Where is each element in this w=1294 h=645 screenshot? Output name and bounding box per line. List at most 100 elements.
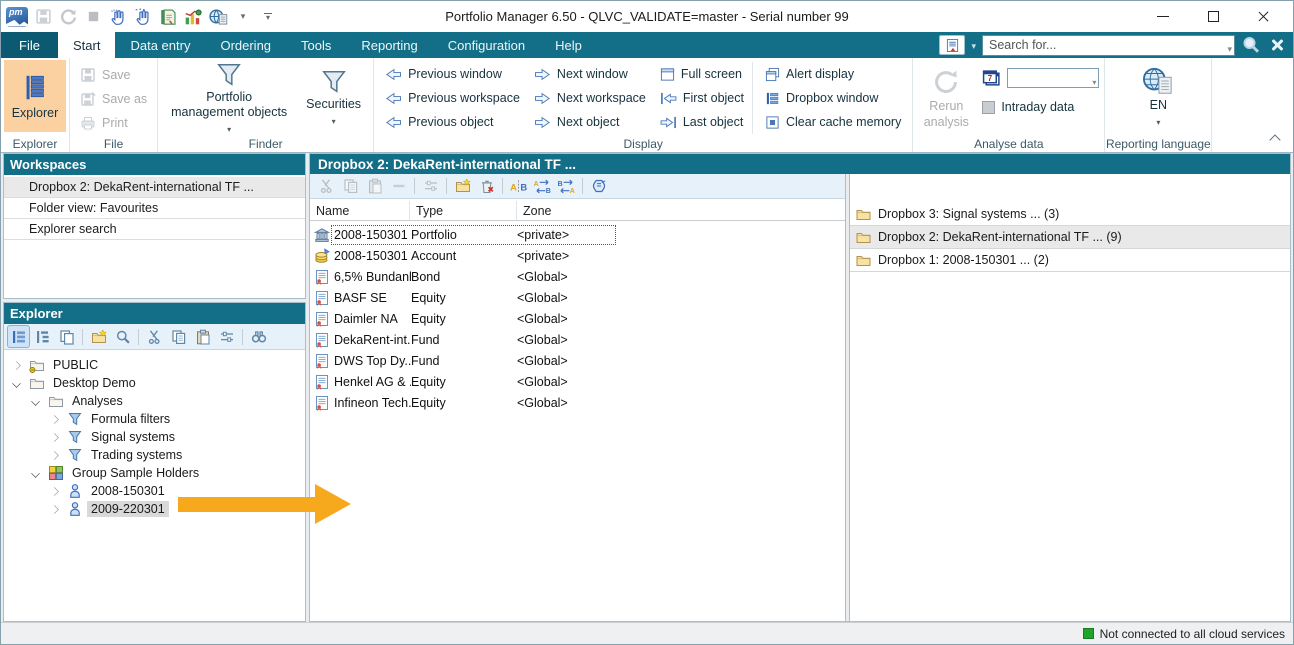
click-select-icon[interactable]: [108, 7, 128, 27]
tree-item-desktop-demo[interactable]: Desktop Demo: [4, 374, 305, 392]
search-input[interactable]: [982, 35, 1235, 56]
table-row-6-5-bundanl[interactable]: 6,5% Bundanl...Bond<Global>: [310, 266, 845, 287]
workspace-item-folder-view-favourites[interactable]: Folder view: Favourites: [4, 198, 305, 219]
close-button[interactable]: [1251, 7, 1275, 27]
dropbox-window-button[interactable]: Dropbox window: [752, 86, 907, 110]
next-workspace-button[interactable]: Next workspace: [528, 86, 652, 110]
save-button[interactable]: Save: [73, 63, 154, 86]
expand-chevron-icon[interactable]: [50, 451, 59, 460]
tree-item-formula-filters[interactable]: Formula filters: [4, 410, 305, 428]
portfolio-management-objects-button[interactable]: Portfolio management objects: [161, 60, 297, 136]
table-row-daimler-na[interactable]: Daimler NAEquity<Global>: [310, 308, 845, 329]
stop-icon[interactable]: [83, 7, 103, 27]
tab-help[interactable]: Help: [540, 32, 597, 58]
dropbox-item-dropbox-1-2008-150301-2[interactable]: Dropbox 1: 2008-150301 ... (2): [850, 249, 1290, 272]
tab-file[interactable]: File: [1, 32, 58, 58]
click-select-multi-icon[interactable]: [133, 7, 153, 27]
next-window-button[interactable]: Next window: [528, 62, 652, 86]
copy-button[interactable]: [168, 326, 189, 347]
tree-item-2009-220301[interactable]: 2009-220301: [4, 500, 305, 518]
pages-button[interactable]: [56, 326, 77, 347]
securities-button[interactable]: Securities: [297, 60, 370, 136]
full-screen-button[interactable]: Full screen: [654, 62, 750, 86]
expand-chevron-icon[interactable]: [50, 433, 59, 442]
save-icon[interactable]: [33, 7, 53, 27]
tab-ordering[interactable]: Ordering: [205, 32, 286, 58]
paste-button[interactable]: [364, 176, 385, 197]
tree-item-group-sample-holders[interactable]: Group Sample Holders: [4, 464, 305, 482]
tree-view-button[interactable]: [8, 326, 29, 347]
reporting-language-button[interactable]: EN: [1108, 60, 1208, 134]
remove-button[interactable]: [388, 176, 409, 197]
sliders-button[interactable]: [216, 326, 237, 347]
cut-button[interactable]: [144, 326, 165, 347]
sliders-button[interactable]: [420, 176, 441, 197]
last-object-button[interactable]: Last object: [654, 110, 750, 134]
org-view-button[interactable]: [32, 326, 53, 347]
search-button[interactable]: [112, 326, 133, 347]
next-object-button[interactable]: Next object: [528, 110, 652, 134]
copy-b-to-a-button[interactable]: BA: [556, 176, 577, 197]
collapse-chevron-icon[interactable]: [12, 379, 21, 388]
expand-chevron-icon[interactable]: [50, 505, 59, 514]
workspace-item-dropbox-2-dekarent-international-tf[interactable]: Dropbox 2: DekaRent-international TF ...: [4, 177, 305, 198]
tab-start[interactable]: Start: [58, 32, 115, 58]
merge-jug-button[interactable]: [588, 176, 609, 197]
tab-data-entry[interactable]: Data entry: [115, 32, 205, 58]
compare-ab-button[interactable]: AB: [508, 176, 529, 197]
dropbox-item-dropbox-2-dekarent-international-tf-9[interactable]: Dropbox 2: DekaRent-international TF ...…: [850, 226, 1290, 249]
explorer-button[interactable]: Explorer: [4, 60, 66, 132]
clear-cache-memory-button[interactable]: Clear cache memory: [752, 110, 907, 134]
table-row-2008-150301[interactable]: 2008-150301Account<private>: [310, 245, 845, 266]
calendar-icon[interactable]: 7: [982, 69, 1001, 88]
analysis-date-input[interactable]: [1007, 68, 1099, 88]
table-row-2008-150301[interactable]: 2008-150301Portfolio<private>: [310, 224, 845, 245]
cut-button[interactable]: [316, 176, 337, 197]
globe-report-icon[interactable]: [208, 7, 228, 27]
first-object-button[interactable]: First object: [654, 86, 750, 110]
date-dropdown-icon[interactable]: [1092, 72, 1096, 90]
table-row-dws-top-dy[interactable]: DWS Top Dy...Fund<Global>: [310, 350, 845, 371]
column-header-name[interactable]: Name: [310, 201, 410, 220]
new-folder-button[interactable]: [452, 176, 473, 197]
delete-button[interactable]: [476, 176, 497, 197]
redo-icon[interactable]: [58, 7, 78, 27]
minimize-button[interactable]: [1151, 7, 1175, 27]
new-folder-button[interactable]: [88, 326, 109, 347]
tree-item-signal-systems[interactable]: Signal systems: [4, 428, 305, 446]
previous-object-button[interactable]: Previous object: [379, 110, 526, 134]
intraday-checkbox[interactable]: [982, 101, 995, 114]
tree-item-analyses[interactable]: Analyses: [4, 392, 305, 410]
collapse-chevron-icon[interactable]: [31, 469, 40, 478]
expand-chevron-icon[interactable]: [12, 361, 21, 370]
close-x-icon[interactable]: [1267, 35, 1287, 55]
app-logo-icon[interactable]: pm: [6, 7, 28, 27]
report-dropdown-icon[interactable]: [971, 36, 976, 54]
alert-display-button[interactable]: Alert display: [752, 62, 907, 86]
copy-button[interactable]: [340, 176, 361, 197]
collapse-chevron-icon[interactable]: [31, 397, 40, 406]
table-row-basf-se[interactable]: BASF SEEquity<Global>: [310, 287, 845, 308]
expand-chevron-icon[interactable]: [50, 487, 59, 496]
copy-a-to-b-button[interactable]: AB: [532, 176, 553, 197]
column-header-zone[interactable]: Zone: [517, 201, 845, 220]
report-doc-icon[interactable]: [939, 35, 965, 55]
qat-customize-icon[interactable]: [258, 7, 278, 27]
search-dropdown-icon[interactable]: [1227, 39, 1232, 57]
table-row-infineon-tech[interactable]: Infineon Tech...Equity<Global>: [310, 392, 845, 413]
analysis-chart-icon[interactable]: [183, 7, 203, 27]
rerun-analysis-button[interactable]: Rerun analysis: [918, 62, 974, 134]
tree-item-public[interactable]: PUBLIC: [4, 356, 305, 374]
analysis-book-icon[interactable]: [158, 7, 178, 27]
maximize-button[interactable]: [1201, 7, 1225, 27]
save-as-button[interactable]: Save as: [73, 87, 154, 110]
dropbox-item-dropbox-3-signal-systems-3[interactable]: Dropbox 3: Signal systems ... (3): [850, 203, 1290, 226]
previous-window-button[interactable]: Previous window: [379, 62, 526, 86]
print-button[interactable]: Print: [73, 111, 154, 134]
tab-tools[interactable]: Tools: [286, 32, 346, 58]
tab-configuration[interactable]: Configuration: [433, 32, 540, 58]
search-magnifier-icon[interactable]: [1241, 35, 1261, 55]
previous-workspace-button[interactable]: Previous workspace: [379, 86, 526, 110]
tree-item-2008-150301[interactable]: 2008-150301: [4, 482, 305, 500]
column-header-type[interactable]: Type: [410, 201, 517, 220]
